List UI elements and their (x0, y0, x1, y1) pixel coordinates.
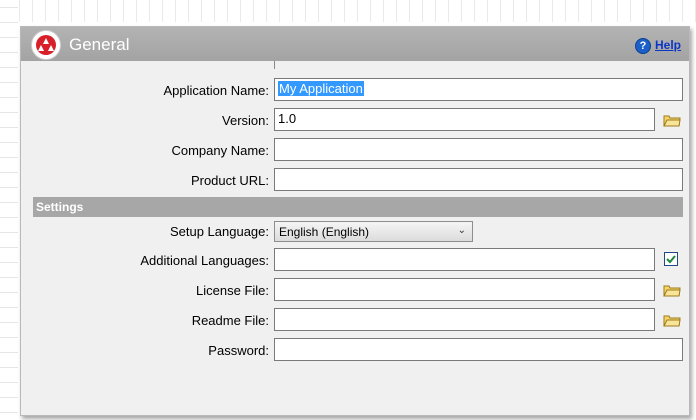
application-name-value: My Application (278, 81, 364, 96)
chevron-down-icon: ⌄ (457, 225, 466, 236)
page: General ? Help Application Name: My Appl… (0, 0, 696, 420)
product-url-field[interactable] (274, 168, 683, 191)
product-url-label: Product URL: (190, 173, 269, 188)
license-folder-icon[interactable] (663, 283, 681, 297)
additional-languages-checkbox[interactable] (664, 252, 678, 266)
additional-languages-field[interactable] (274, 248, 655, 271)
page-title: General (69, 35, 130, 54)
application-name-field[interactable]: My Application (274, 78, 683, 101)
settings-section-header: Settings (33, 197, 683, 217)
additional-languages-label: Additional Languages: (140, 253, 269, 268)
setup-language-value: English (English) (279, 225, 370, 239)
version-folder-icon[interactable] (663, 113, 681, 127)
help-link[interactable]: Help (655, 38, 681, 52)
version-field[interactable]: 1.0 (274, 108, 655, 131)
license-file-label: License File: (196, 283, 269, 298)
password-label: Password: (208, 343, 269, 358)
setup-language-select[interactable]: English (English) ⌄ (274, 221, 473, 242)
general-panel: General ? Help Application Name: My Appl… (20, 26, 690, 416)
app-logo-icon (31, 30, 61, 60)
password-field[interactable] (274, 338, 683, 361)
readme-folder-icon[interactable] (663, 313, 681, 327)
license-file-field[interactable] (274, 278, 655, 301)
torn-edge-top (0, 0, 696, 22)
readme-file-label: Readme File: (191, 313, 269, 328)
company-name-label: Company Name: (171, 143, 269, 158)
divider-tick (274, 61, 275, 69)
readme-file-field[interactable] (274, 308, 655, 331)
settings-section-title: Settings (36, 200, 84, 214)
check-icon (666, 255, 676, 264)
setup-language-label: Setup Language: (169, 224, 269, 239)
application-name-label: Application Name: (163, 83, 270, 98)
version-label: Version: (222, 113, 269, 128)
help-icon[interactable]: ? (635, 38, 651, 54)
company-name-field[interactable] (274, 138, 683, 161)
panel-header: General ? Help (21, 27, 689, 61)
torn-edge-left (0, 0, 18, 420)
